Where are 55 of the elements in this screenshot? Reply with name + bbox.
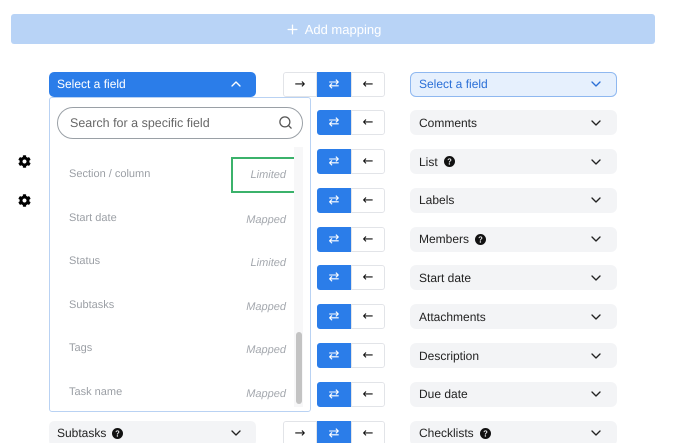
gear-icon[interactable]	[18, 155, 31, 168]
field-name: Tags	[69, 341, 92, 354]
search-field[interactable]: Search for a specific field	[57, 107, 303, 139]
field-name: Subtasks	[69, 298, 114, 310]
field-name: Section / column	[69, 167, 150, 180]
field-select[interactable]: List	[410, 149, 617, 174]
direction-button[interactable]: ←	[351, 188, 385, 213]
field-select[interactable]: Members	[410, 226, 617, 252]
help-icon[interactable]	[475, 234, 486, 245]
direction-button[interactable]: ←	[351, 226, 385, 252]
field-select[interactable]: Checklists	[410, 420, 617, 443]
field-select[interactable]: Select a field	[410, 72, 617, 96]
field-select[interactable]: Labels	[410, 188, 617, 213]
field-select[interactable]: Comments	[410, 110, 617, 136]
direction-button[interactable]: →	[283, 420, 317, 443]
direction-button[interactable]: ←	[351, 72, 385, 96]
direction-button[interactable]: ←	[351, 420, 385, 443]
field-select[interactable]: Attachments	[410, 304, 617, 330]
field-select[interactable]: Due date	[410, 382, 617, 407]
direction-button[interactable]: ⇄	[317, 149, 351, 174]
direction-button[interactable]: ←	[351, 382, 385, 407]
direction-button[interactable]: →	[283, 72, 317, 96]
direction-button[interactable]: ⇄	[317, 226, 351, 252]
direction-button[interactable]: ⇄	[317, 420, 351, 443]
direction-button[interactable]: ←	[351, 265, 385, 290]
help-icon[interactable]	[480, 428, 491, 439]
status-label: Mapped	[245, 300, 288, 314]
status-label: Mapped	[245, 386, 288, 402]
plus-icon	[284, 22, 300, 36]
field-select[interactable]: Start date	[410, 265, 617, 290]
direction-button[interactable]: ⇄	[317, 72, 351, 96]
help-icon[interactable]	[444, 156, 455, 168]
direction-button[interactable]: ⇄	[317, 188, 351, 213]
field-select[interactable]: Description	[410, 343, 617, 368]
direction-button[interactable]: ⇄	[317, 110, 351, 136]
direction-button[interactable]: ⇄	[317, 304, 351, 330]
gear-icon[interactable]	[18, 194, 31, 207]
direction-button[interactable]: ←	[351, 343, 385, 368]
field-select[interactable]: Subtasks	[49, 420, 256, 443]
direction-button[interactable]: ⇄	[317, 343, 351, 368]
direction-button[interactable]: ←	[351, 304, 385, 330]
field-name: Task name	[69, 384, 122, 398]
status-label: Limited	[250, 256, 288, 271]
direction-button[interactable]: ←	[351, 149, 385, 174]
help-icon[interactable]	[112, 428, 124, 439]
field-name: Status	[69, 254, 100, 267]
direction-button[interactable]: ⇄	[317, 382, 351, 407]
direction-button[interactable]: ←	[351, 110, 385, 136]
search-icon	[278, 115, 293, 130]
direction-button[interactable]: ⇄	[317, 265, 351, 290]
field-name: Start date	[69, 210, 117, 224]
scrollbar[interactable]	[294, 147, 303, 407]
status-label: Mapped	[245, 343, 288, 358]
field-select[interactable]: Select a field	[49, 72, 256, 96]
status-label: Mapped	[245, 212, 288, 228]
